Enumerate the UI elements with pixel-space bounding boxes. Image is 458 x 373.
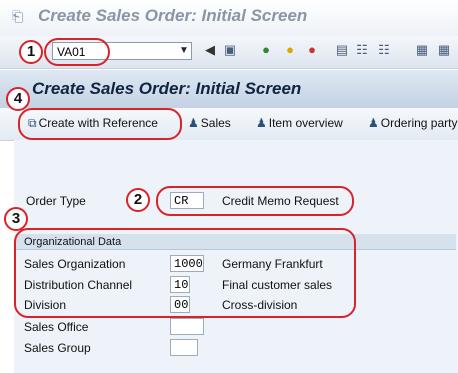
annotation-marker-4: 4 — [6, 87, 30, 111]
annotation-marker-3: 3 — [4, 207, 28, 231]
back-arrow-icon[interactable]: ◀ — [202, 42, 218, 58]
person-icon: ♟ — [188, 116, 199, 130]
save-icon[interactable]: ▣ — [222, 42, 238, 58]
item-overview-button[interactable]: ♟ Item overview — [256, 116, 343, 130]
sales-group-label: Sales Group — [24, 341, 91, 355]
sales-office-label: Sales Office — [24, 320, 89, 334]
annotation-ring-2 — [156, 186, 354, 216]
person-icon: ♟ — [256, 116, 267, 130]
sales-button[interactable]: ♟ Sales — [188, 116, 231, 130]
person-icon: ♟ — [368, 116, 379, 130]
sales-office-input[interactable] — [170, 318, 204, 335]
first-page-icon[interactable]: ▦ — [414, 42, 430, 58]
sales-group-input[interactable] — [170, 339, 198, 356]
order-type-label: Order Type — [26, 194, 86, 208]
annotation-ring-4 — [18, 108, 182, 140]
ordering-party-button[interactable]: ♟ Ordering party — [368, 116, 457, 130]
annotation-ring-3 — [14, 228, 356, 318]
annotation-marker-2: 2 — [126, 188, 150, 212]
window-title: Create Sales Order: Initial Screen — [38, 6, 308, 25]
annotation-marker-1: 1 — [19, 40, 43, 64]
previous-page-icon[interactable]: ▦ — [436, 42, 452, 58]
print-icon[interactable]: ▤ — [334, 42, 350, 58]
page-title: Create Sales Order: Initial Screen — [32, 79, 302, 98]
exit-icon[interactable]: ● — [282, 42, 298, 58]
back-icon[interactable]: ● — [258, 42, 274, 58]
cancel-icon[interactable]: ● — [304, 42, 320, 58]
annotation-ring-1 — [44, 38, 110, 66]
chevron-down-icon[interactable]: ▼ — [176, 42, 192, 60]
find-icon[interactable]: ☷ — [354, 42, 370, 58]
find-next-icon[interactable]: ☷ — [376, 42, 392, 58]
menu-exit-icon[interactable]: ⎗ — [12, 9, 28, 23]
